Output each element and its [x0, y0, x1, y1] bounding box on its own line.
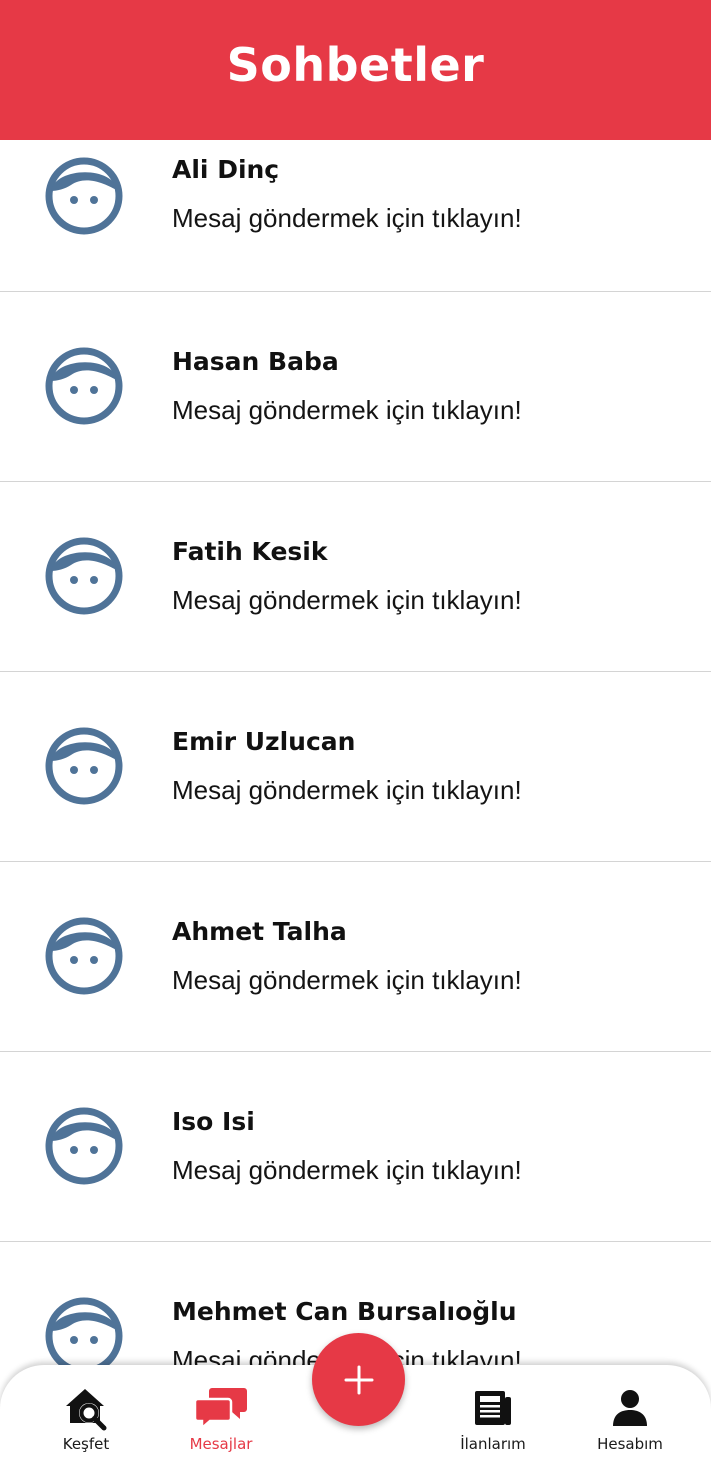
- nav-label-kesfet: Keşfet: [62, 1435, 110, 1453]
- chat-item-iso-isi[interactable]: Iso Isi Mesaj göndermek için tıklayın!: [0, 1052, 711, 1242]
- chat-item-ali-dinc[interactable]: Ali Dinç Mesaj göndermek için tıklayın!: [0, 140, 711, 292]
- newspaper-icon: [473, 1385, 513, 1431]
- contact-name: Ali Dinç: [172, 155, 280, 184]
- person-icon: [610, 1385, 650, 1431]
- nav-label-hesabim: Hesabım: [597, 1435, 663, 1453]
- contact-name: Mehmet Can Bursalıoğlu: [172, 1297, 517, 1326]
- app-header: Sohbetler: [0, 0, 711, 140]
- contact-name: Fatih Kesik: [172, 537, 328, 566]
- avatar-face-icon: [45, 727, 123, 805]
- message-preview: Mesaj göndermek için tıklayın!: [172, 775, 522, 805]
- message-preview: Mesaj göndermek için tıklayın!: [172, 965, 522, 995]
- chat-item-fatih-kesik[interactable]: Fatih Kesik Mesaj göndermek için tıklayı…: [0, 482, 711, 672]
- avatar-face-icon: [45, 1297, 123, 1375]
- nav-item-mesajlar[interactable]: Mesajlar: [171, 1365, 271, 1462]
- chat-list: Ali Dinç Mesaj göndermek için tıklayın! …: [0, 140, 711, 1432]
- chat-bubbles-icon: [194, 1385, 248, 1431]
- nav-item-ilanlarim[interactable]: İlanlarım: [443, 1365, 543, 1462]
- contact-name: Hasan Baba: [172, 347, 339, 376]
- home-search-icon: [63, 1385, 109, 1431]
- chat-list-screen: Sohbetler Ali Dinç Mesaj göndermek için …: [0, 0, 711, 1462]
- contact-name: Ahmet Talha: [172, 917, 347, 946]
- contact-name: Emir Uzlucan: [172, 727, 356, 756]
- message-preview: Mesaj göndermek için tıklayın!: [172, 585, 522, 615]
- message-preview: Mesaj göndermek için tıklayın!: [172, 395, 522, 425]
- avatar-face-icon: [45, 347, 123, 425]
- plus-icon: [344, 1365, 373, 1394]
- page-title: Sohbetler: [226, 38, 485, 92]
- nav-item-kesfet[interactable]: Keşfet: [36, 1365, 136, 1462]
- nav-label-mesajlar: Mesajlar: [189, 1435, 253, 1453]
- chat-item-emir-uzlucan[interactable]: Emir Uzlucan Mesaj göndermek için tıklay…: [0, 672, 711, 862]
- avatar-face-icon: [45, 157, 123, 235]
- message-preview: Mesaj göndermek için tıklayın!: [172, 1155, 522, 1185]
- avatar-face-icon: [45, 1107, 123, 1185]
- chat-item-hasan-baba[interactable]: Hasan Baba Mesaj göndermek için tıklayın…: [0, 292, 711, 482]
- nav-item-hesabim[interactable]: Hesabım: [580, 1365, 680, 1462]
- add-chat-button[interactable]: [312, 1333, 405, 1426]
- nav-label-ilanlarim: İlanlarım: [460, 1435, 526, 1453]
- chat-item-ahmet-talha[interactable]: Ahmet Talha Mesaj göndermek için tıklayı…: [0, 862, 711, 1052]
- avatar-face-icon: [45, 537, 123, 615]
- message-preview: Mesaj göndermek için tıklayın!: [172, 203, 522, 233]
- contact-name: Iso Isi: [172, 1107, 255, 1136]
- avatar-face-icon: [45, 917, 123, 995]
